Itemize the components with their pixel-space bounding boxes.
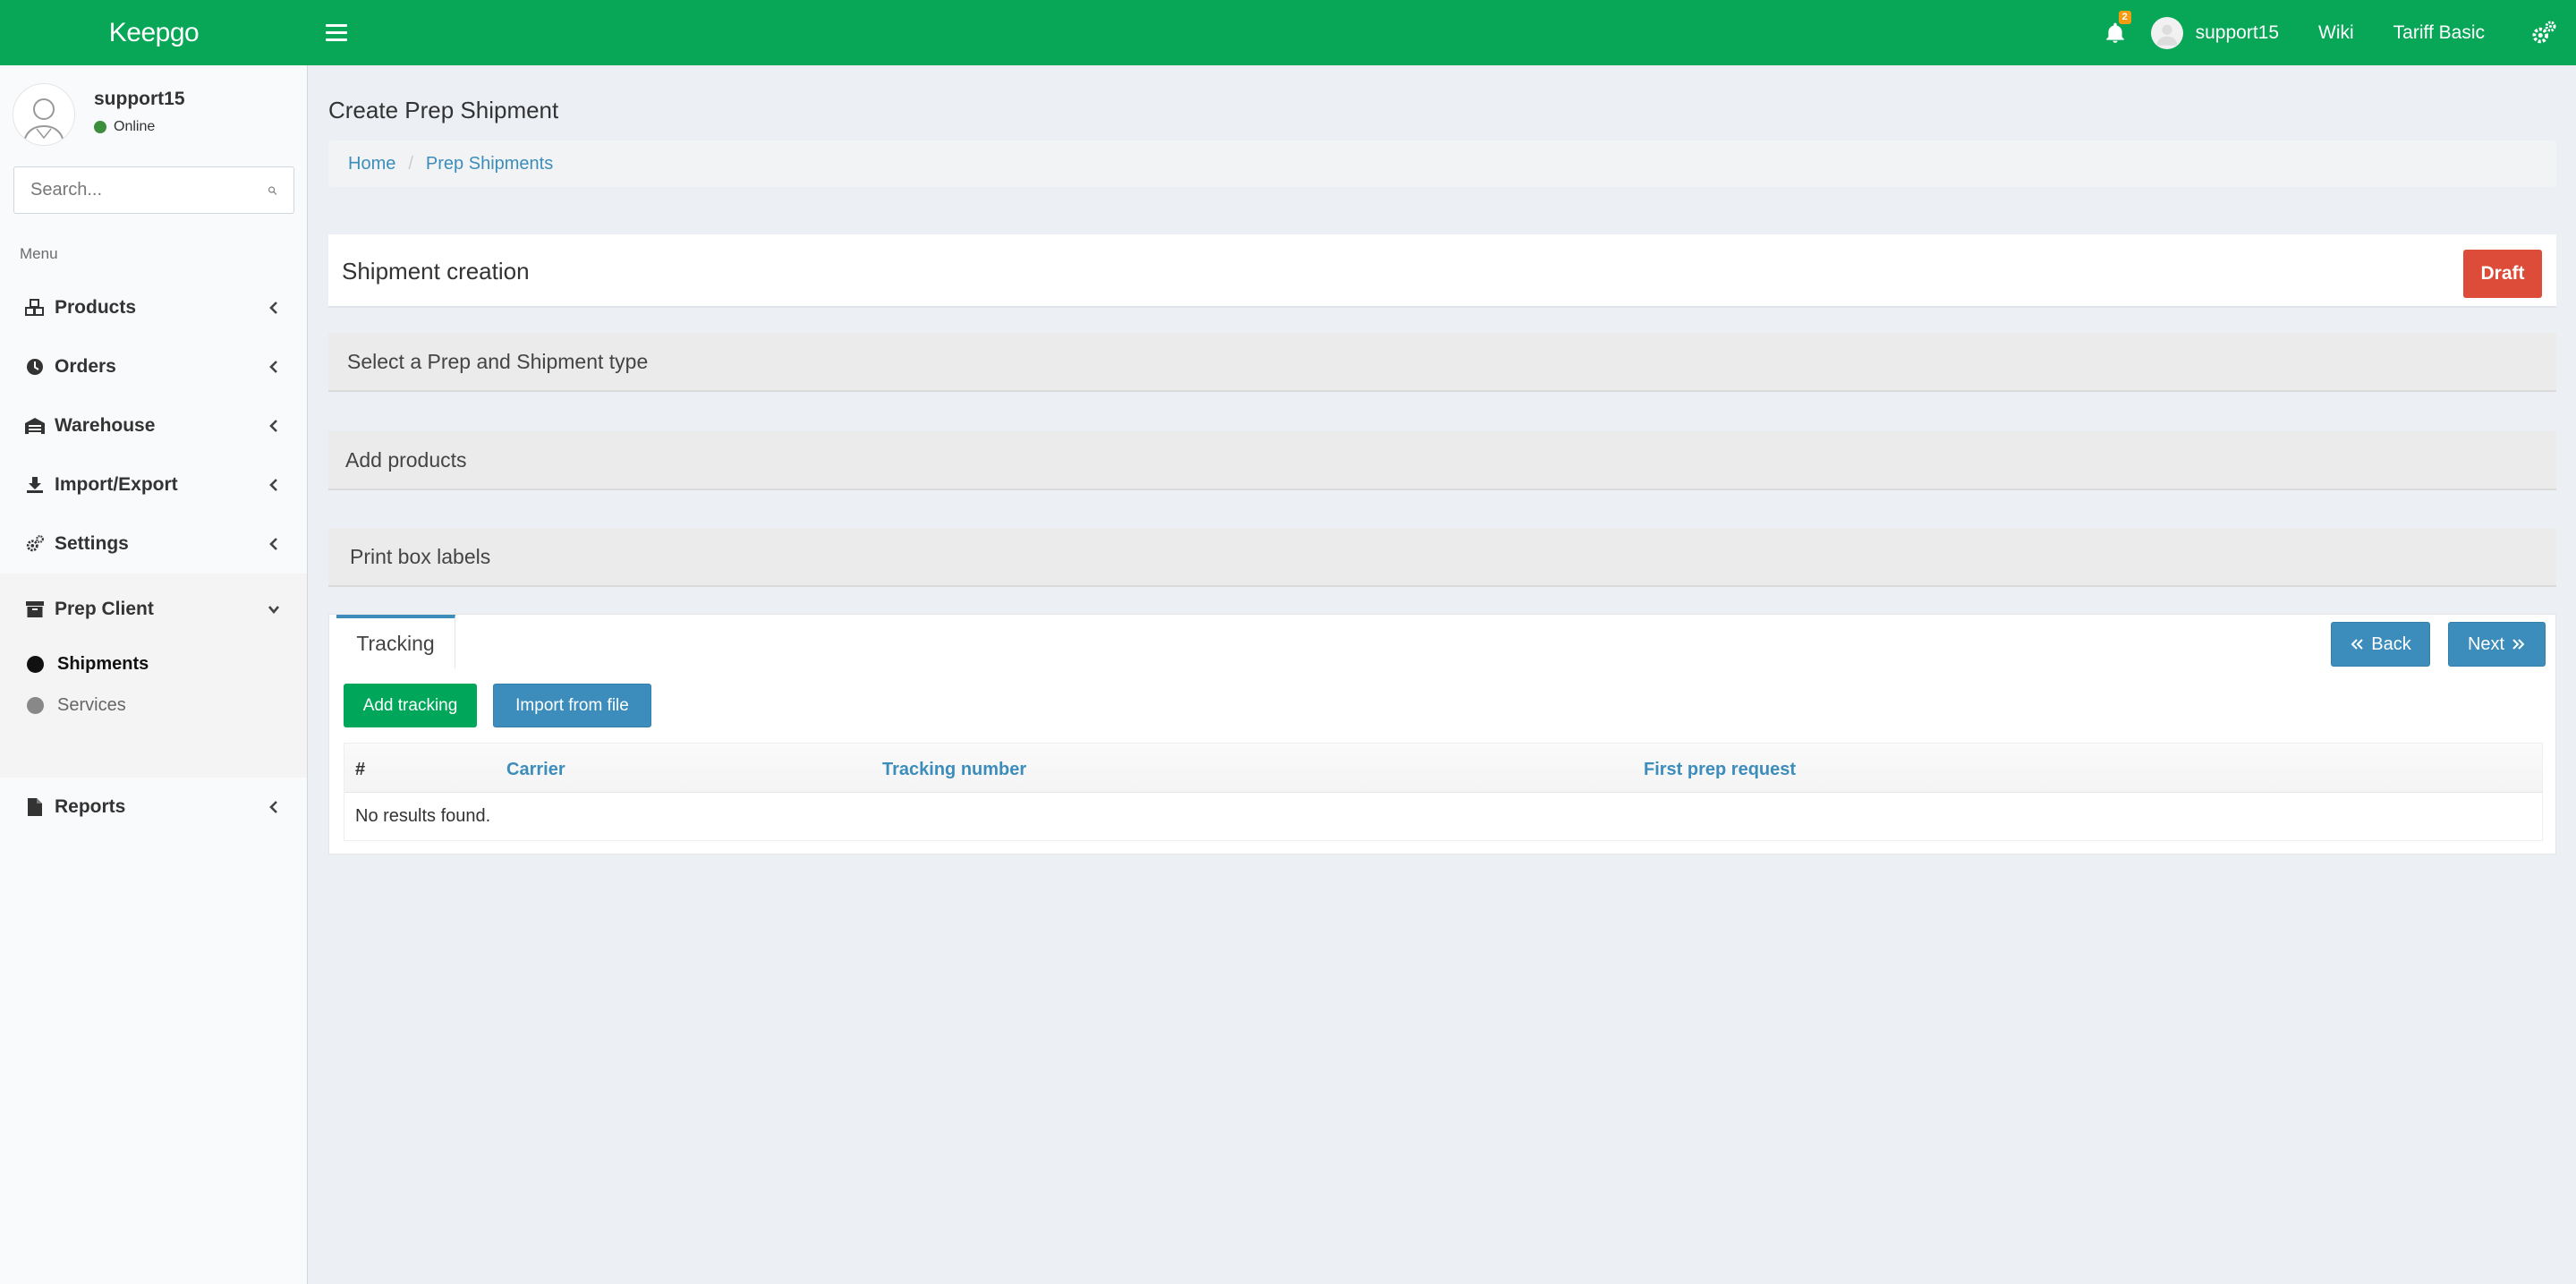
step-title: Print box labels [350,544,491,568]
chevron-left-icon [269,302,277,314]
bell-icon [2105,22,2124,43]
breadcrumb-separator: / [408,153,413,174]
import-from-file-button[interactable]: Import from file [493,684,651,727]
sidebar-subitem-services[interactable]: Services [27,692,126,719]
warehouse-icon [24,415,46,437]
step-select-prep-shipment-type[interactable]: Select a Prep and Shipment type [328,333,2556,392]
user-status: Online [94,119,155,135]
sidebar-item-label: Orders [55,356,116,377]
download-icon [24,474,46,496]
sidebar-item-label: Products [55,297,137,318]
sidebar-subitem-shipments[interactable]: Shipments [27,651,149,677]
breadcrumb-home-link[interactable]: Home [348,154,395,174]
sidebar-item-label: Settings [55,533,129,554]
prep-client-submenu: Shipments Services [0,645,307,778]
sidebar-subitem-label: Services [57,694,126,715]
chevron-left-icon [269,479,277,491]
main-sidebar: support15 Online Menu Products Orders Wa… [0,65,308,1284]
top-navbar: Keepgo 2 support15 Wiki Tariff Basic [0,0,2576,65]
file-icon [24,796,46,818]
circle-icon [27,655,44,673]
user-panel-name: support15 [94,89,185,109]
shipment-creation-title: Shipment creation [342,258,530,285]
breadcrumb-prep-shipments-link[interactable]: Prep Shipments [426,154,553,174]
column-header-tracking-number[interactable]: Tracking number [882,760,1026,780]
user-avatar-icon [23,98,64,145]
step-title: Add products [345,447,467,472]
notification-badge: 2 [2118,11,2131,24]
double-chevron-left-icon [2351,639,2363,650]
double-chevron-right-icon [2512,639,2525,650]
user-menu[interactable]: support15 [2150,16,2280,49]
add-tracking-button[interactable]: Add tracking [344,684,477,727]
menu-header: Menu [20,245,58,262]
chevron-left-icon [269,361,277,373]
notifications-button[interactable]: 2 [2097,0,2133,65]
back-button[interactable]: Back [2331,622,2430,667]
user-panel: support15 Online [13,83,295,146]
step-print-box-labels[interactable]: Print box labels [328,528,2556,587]
draft-status-button[interactable]: Draft [2463,250,2542,298]
archive-icon [24,599,46,620]
sidebar-item-orders[interactable]: Orders [0,337,307,396]
sidebar-item-prep-client[interactable]: Prep Client [0,574,307,645]
sidebar-item-warehouse[interactable]: Warehouse [0,396,307,455]
chevron-left-icon [269,538,277,550]
sidebar-item-reports[interactable]: Reports [0,778,307,837]
chevron-left-icon [269,801,277,813]
sidebar-item-products[interactable]: Products [0,278,307,337]
clock-icon [24,356,46,378]
chevron-left-icon [269,420,277,432]
back-button-label: Back [2371,633,2411,654]
tracking-step-box: Tracking Back Next Add tracking Import f… [328,614,2556,855]
user-menu-name: support15 [2195,21,2280,43]
tracking-table: # Carrier Tracking number First prep req… [344,743,2543,841]
user-icon [2156,24,2177,46]
app-logo[interactable]: Keepgo [0,0,308,65]
avatar [13,83,75,146]
table-header: # Carrier Tracking number First prep req… [344,744,2542,793]
column-header-index: # [355,760,366,779]
gears-icon [2532,21,2556,43]
sidebar-item-label: Prep Client [55,599,154,619]
empty-table-message: No results found. [355,806,491,826]
next-button-label: Next [2467,633,2505,654]
cubes-icon [24,297,46,319]
wiki-link[interactable]: Wiki [2318,22,2354,44]
column-header-carrier[interactable]: Carrier [506,760,565,780]
shipment-creation-box: Shipment creation Draft [328,234,2556,308]
sidebar-item-label: Import/Export [55,474,178,495]
column-header-first-prep-request[interactable]: First prep request [1644,760,1796,780]
tariff-link[interactable]: Tariff Basic [2393,22,2485,44]
chevron-down-icon [268,606,279,615]
sidebar-subitem-label: Shipments [57,653,149,674]
sidebar-item-label: Warehouse [55,415,156,436]
navbar-right: 2 support15 Wiki Tariff Basic [2097,0,2576,65]
breadcrumb: Home / Prep Shipments [328,140,2556,187]
circle-icon [27,696,44,714]
next-button[interactable]: Next [2448,622,2546,667]
sidebar-search [13,166,294,214]
search-input[interactable] [30,180,268,200]
avatar [2150,16,2183,49]
sidebar-toggle-button[interactable] [326,20,347,45]
user-status-label: Online [114,119,156,134]
control-sidebar-button[interactable] [2524,20,2563,47]
search-icon[interactable] [268,181,277,200]
step-title: Select a Prep and Shipment type [347,349,649,373]
sidebar-item-settings[interactable]: Settings [0,514,307,574]
sidebar-item-import-export[interactable]: Import/Export [0,455,307,514]
step-add-products[interactable]: Add products [328,431,2556,490]
page-title: Create Prep Shipment [328,97,559,123]
sidebar-item-label: Reports [55,796,126,817]
gears-icon [24,533,46,555]
tab-tracking[interactable]: Tracking [336,615,455,668]
online-status-icon [94,121,106,133]
